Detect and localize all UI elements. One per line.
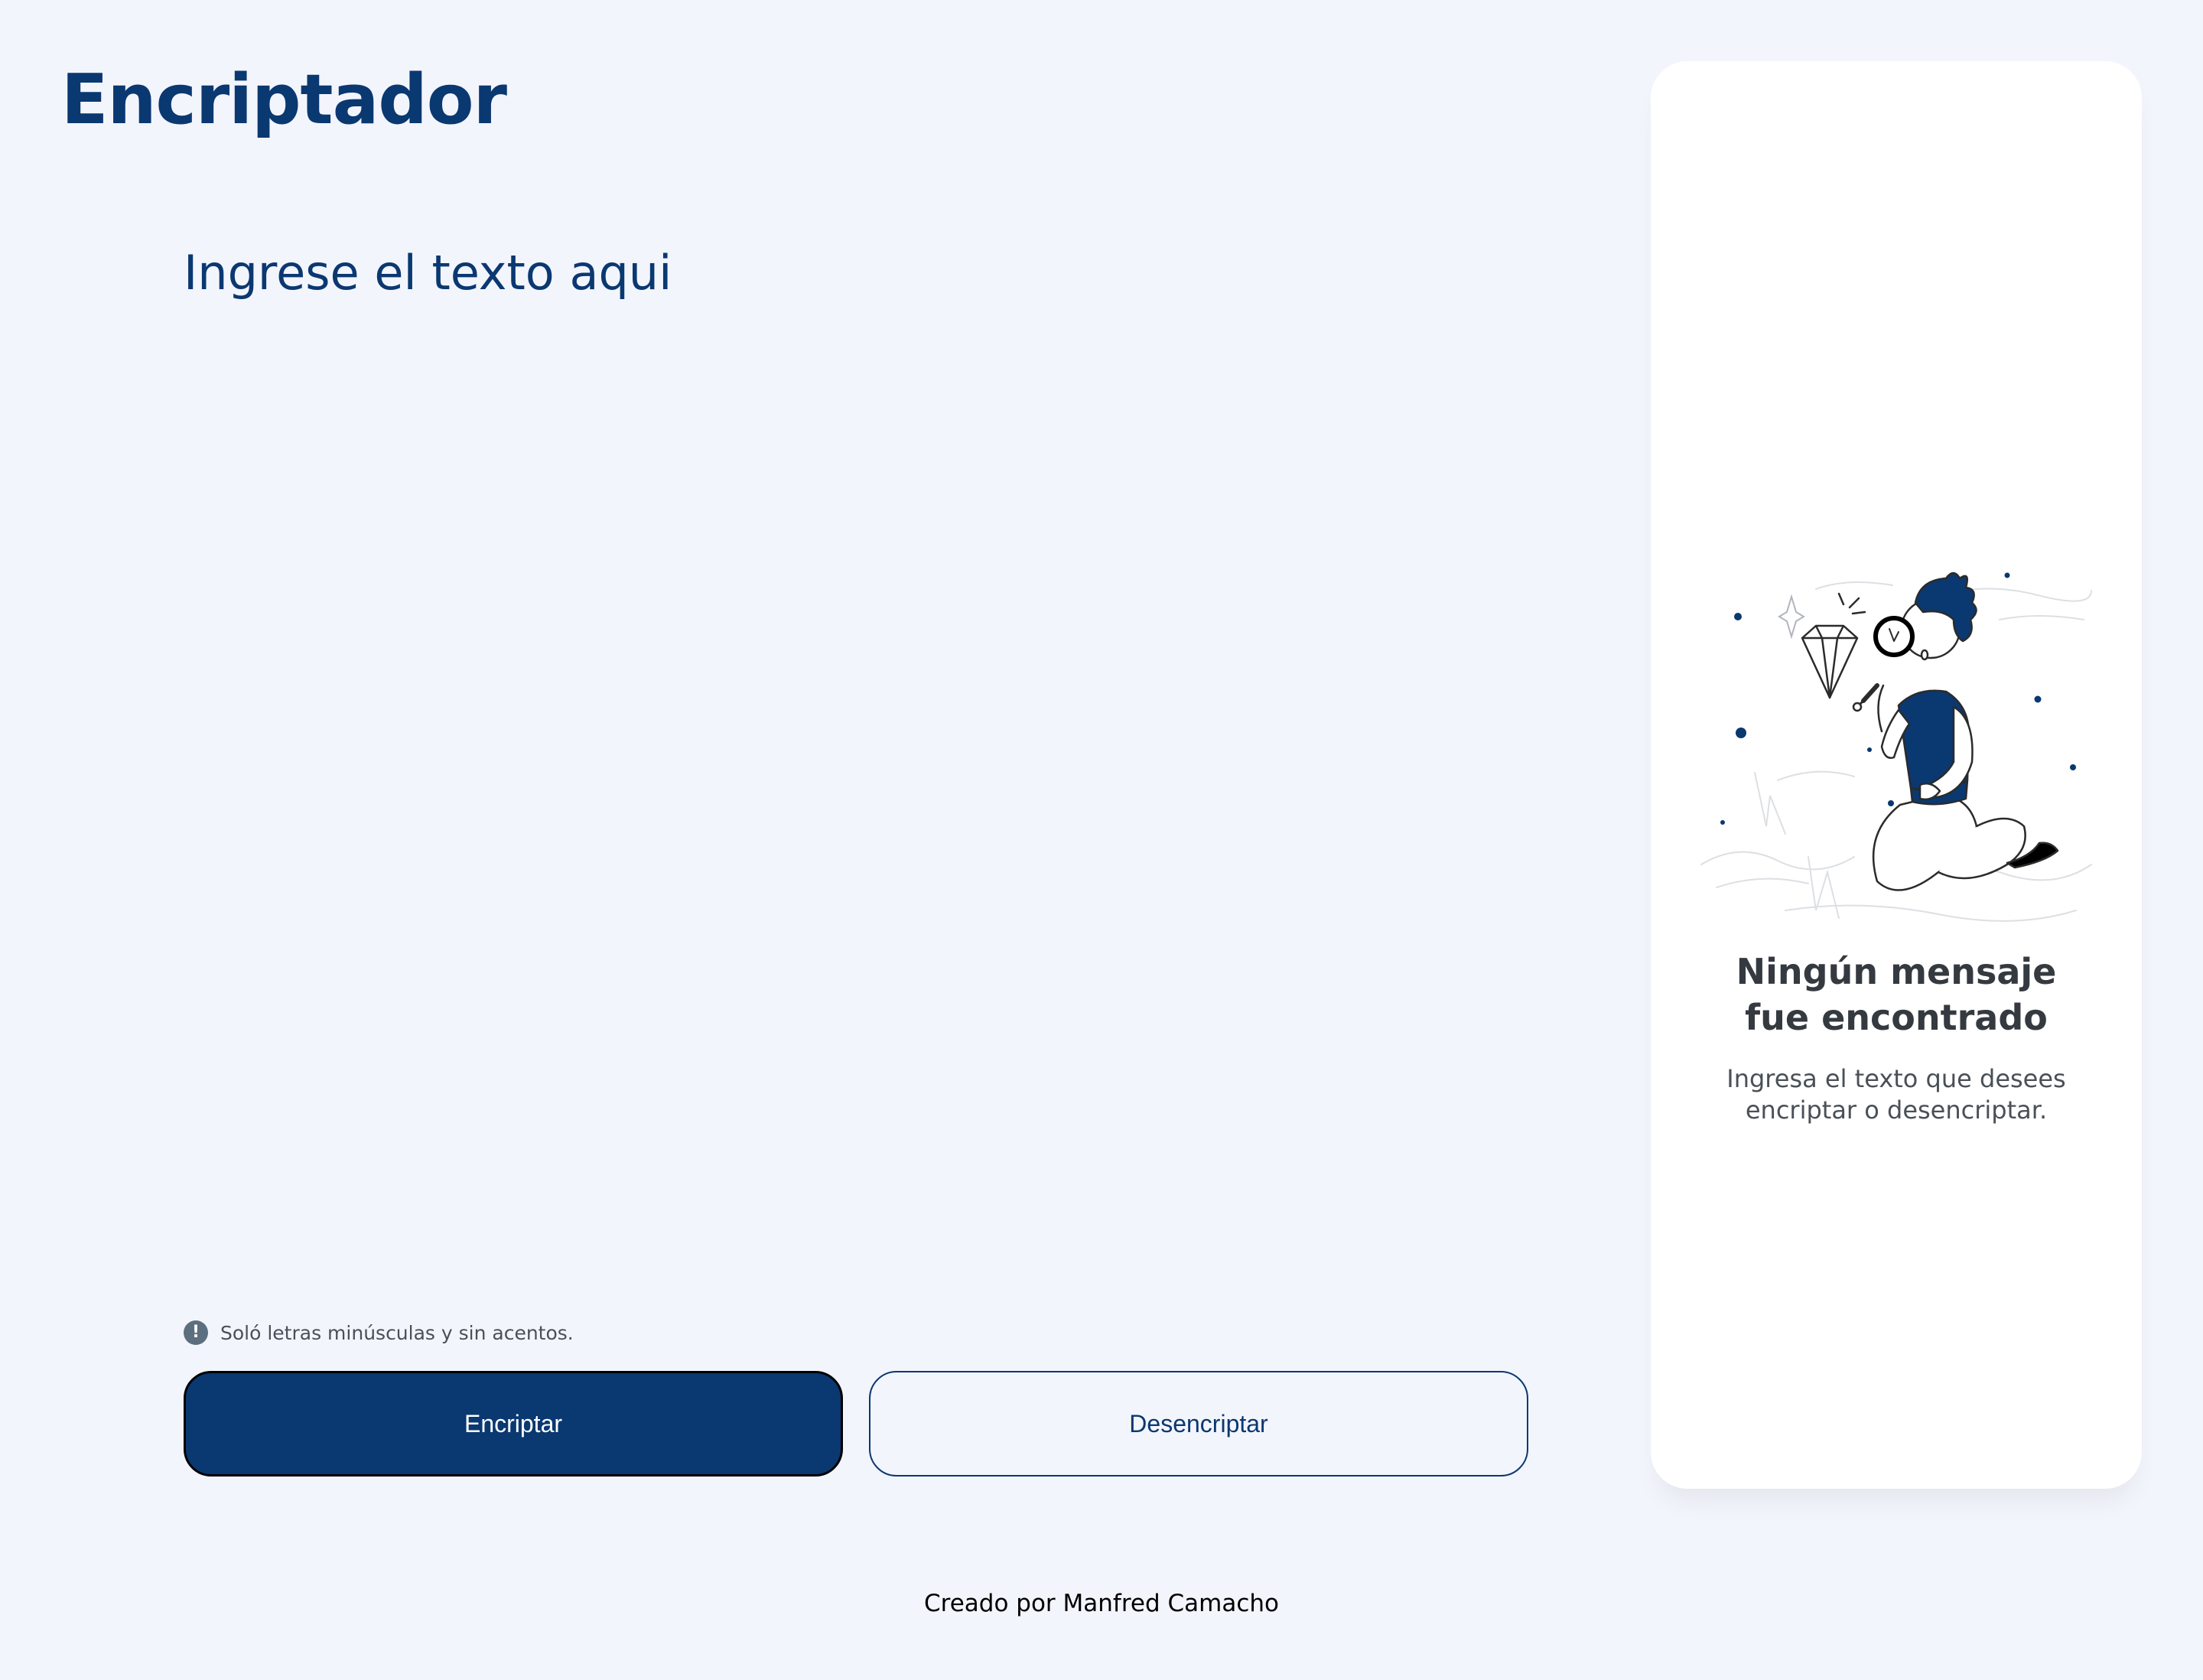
encrypt-button[interactable]: Encriptar: [184, 1371, 843, 1477]
empty-state-heading-line2: fue encontrado: [1745, 997, 2048, 1038]
encrypt-button-label: Encriptar: [464, 1409, 563, 1437]
output-panel: Ningún mensaje fue encontrado Ingresa el…: [1651, 61, 2142, 1489]
footer-credit: Creado por Manfred Camacho: [924, 1590, 1279, 1617]
decrypt-button-label: Desencriptar: [1129, 1409, 1268, 1437]
empty-state-subtext: Ingresa el texto que desees encriptar o …: [1651, 1063, 2142, 1126]
decrypt-button[interactable]: Desencriptar: [869, 1371, 1528, 1477]
exclamation-circle-icon: !: [184, 1320, 208, 1345]
page-title: Encriptador: [61, 60, 507, 140]
empty-state-heading: Ningún mensaje fue encontrado: [1651, 949, 2142, 1040]
hint-text: Soló letras minúsculas y sin acentos.: [220, 1321, 574, 1344]
empty-state-subtext-line1: Ingresa el texto que desees: [1726, 1064, 2066, 1093]
empty-state-heading-line1: Ningún mensaje: [1736, 951, 2057, 992]
text-input[interactable]: [184, 245, 1522, 1255]
input-hint: ! Soló letras minúsculas y sin acentos.: [184, 1320, 574, 1345]
empty-state-subtext-line2: encriptar o desencriptar.: [1745, 1096, 2048, 1125]
person-with-magnifying-glass-illustration: [1700, 571, 2092, 922]
